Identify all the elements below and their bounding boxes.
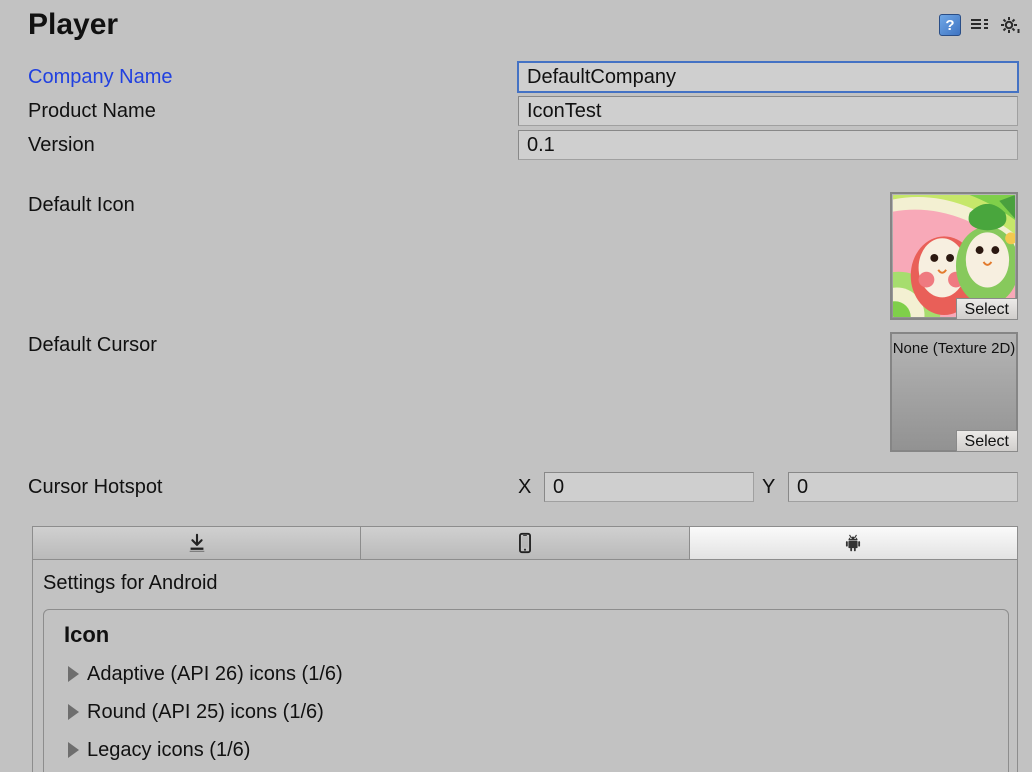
company-name-label[interactable]: Company Name	[28, 66, 518, 89]
foldout-arrow-icon	[68, 742, 79, 758]
presets-icon	[970, 15, 990, 35]
product-name-row: Product Name	[28, 96, 1018, 126]
header-toolbar: ?	[938, 13, 1022, 37]
panel-menu-button[interactable]	[998, 13, 1022, 37]
product-name-input[interactable]	[518, 96, 1018, 126]
default-cursor-placeholder: None (Texture 2D)	[893, 334, 1016, 358]
platform-tab-standalone[interactable]	[32, 526, 361, 560]
default-cursor-select-button[interactable]: Select	[956, 430, 1018, 452]
foldout-legacy-icons[interactable]: Legacy icons (1/6)	[64, 734, 994, 766]
platform-tab-ios[interactable]	[361, 526, 689, 560]
foldout-round-icons[interactable]: Round (API 25) icons (1/6)	[64, 696, 994, 728]
default-icon-thumbnail[interactable]: Select	[890, 192, 1018, 320]
download-icon	[186, 532, 208, 554]
icon-section-heading: Icon	[64, 622, 994, 648]
hotspot-y-label: Y	[762, 476, 780, 499]
company-name-input[interactable]	[518, 62, 1018, 92]
cursor-hotspot-label: Cursor Hotspot	[28, 476, 518, 499]
platform-tabs	[28, 526, 1018, 560]
panel-header: Player ?	[0, 0, 1032, 48]
platform-settings-title: Settings for Android	[43, 572, 1009, 595]
android-icon	[842, 532, 864, 554]
hotspot-y-input[interactable]	[788, 472, 1018, 502]
cursor-hotspot-row: Cursor Hotspot X Y	[28, 472, 1018, 502]
foldout-label: Legacy icons (1/6)	[87, 739, 250, 762]
page-title: Player	[28, 8, 118, 42]
panel-body: Company Name Product Name Version Defaul…	[0, 48, 1032, 772]
hotspot-x-label: X	[518, 476, 536, 499]
default-cursor-thumbnail[interactable]: None (Texture 2D) Select	[890, 332, 1018, 452]
hotspot-x-input[interactable]	[544, 472, 754, 502]
player-settings-panel: Player ?	[0, 0, 1032, 772]
default-icon-row: Default Icon	[28, 192, 1018, 320]
default-icon-label: Default Icon	[28, 192, 518, 320]
version-label: Version	[28, 134, 518, 157]
foldout-arrow-icon	[68, 704, 79, 720]
help-button[interactable]: ?	[938, 13, 962, 37]
foldout-label: Adaptive (API 26) icons (1/6)	[87, 663, 343, 686]
default-cursor-row: Default Cursor None (Texture 2D) Select	[28, 332, 1018, 452]
version-input[interactable]	[518, 130, 1018, 160]
help-icon: ?	[939, 14, 961, 36]
platform-tab-android[interactable]	[690, 526, 1018, 560]
presets-button[interactable]	[968, 13, 992, 37]
foldout-adaptive-icons[interactable]: Adaptive (API 26) icons (1/6)	[64, 658, 994, 690]
gear-icon	[1000, 15, 1020, 35]
platform-settings-box: Settings for Android Icon Adaptive (API …	[32, 560, 1018, 772]
icon-section: Icon Adaptive (API 26) icons (1/6) Round…	[43, 609, 1009, 772]
product-name-label: Product Name	[28, 100, 518, 123]
foldout-arrow-icon	[68, 666, 79, 682]
version-row: Version	[28, 130, 1018, 160]
phone-icon	[514, 532, 536, 554]
company-name-row: Company Name	[28, 62, 1018, 92]
default-cursor-label: Default Cursor	[28, 332, 518, 452]
foldout-label: Round (API 25) icons (1/6)	[87, 701, 324, 724]
default-icon-select-button[interactable]: Select	[956, 298, 1018, 320]
